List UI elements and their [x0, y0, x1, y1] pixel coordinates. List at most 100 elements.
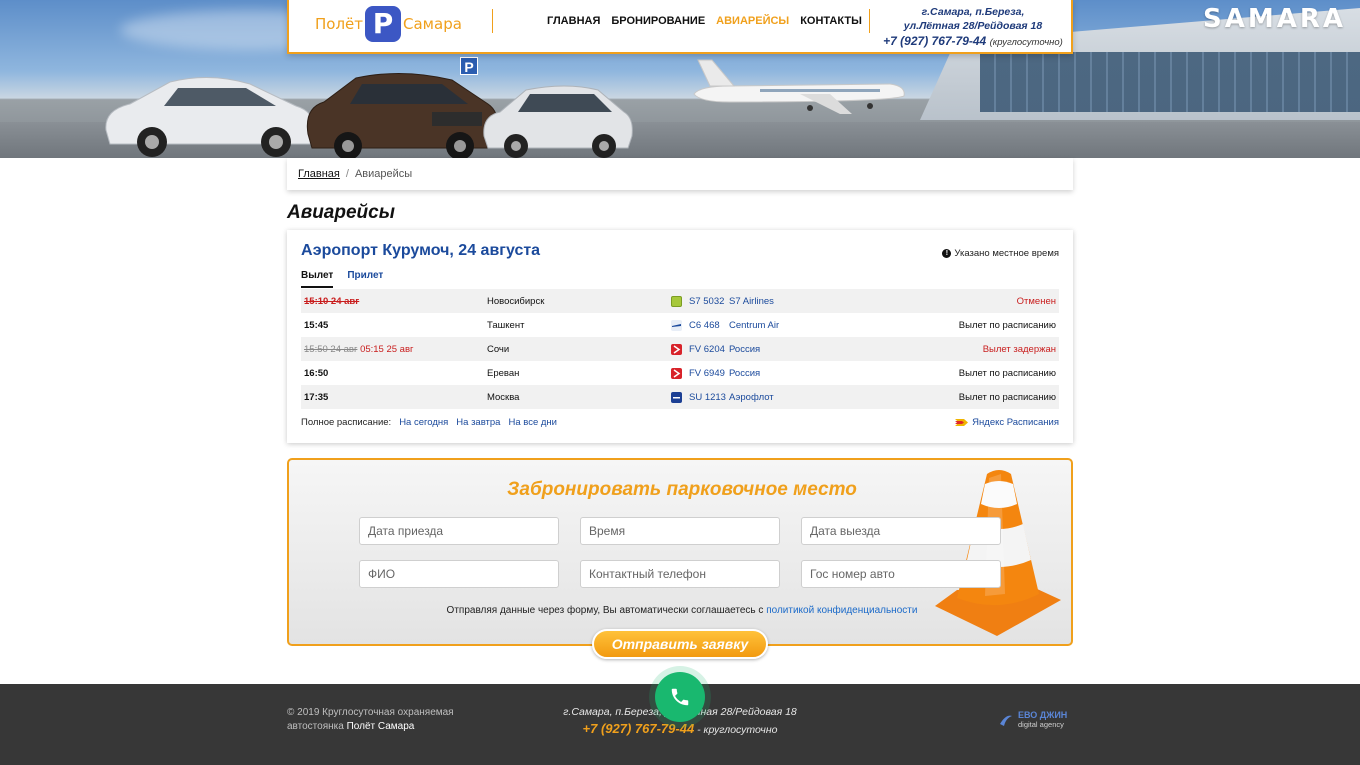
table-row[interactable]: 15:50 24 авг 05:15 25 авг Сочи FV 6204 Р…	[301, 337, 1059, 361]
yandex-schedule-link[interactable]: Яндекс Расписания	[955, 417, 1059, 428]
header-phone-number[interactable]: +7 (927) 767-79-44	[883, 34, 986, 48]
flight-airline[interactable]: Россия	[729, 344, 983, 355]
header-phone-note: (круглосуточно)	[989, 37, 1063, 48]
flight-code[interactable]: C6 468	[689, 320, 729, 331]
flight-time-value: 15:10 24 авг	[304, 295, 360, 307]
nav-booking[interactable]: Бронирование	[611, 15, 705, 27]
full-schedule: Полное расписание: На сегодня На завтра …	[301, 417, 557, 428]
flight-code[interactable]: FV 6204	[689, 344, 729, 355]
header-divider	[869, 9, 870, 33]
yandex-schedule-label[interactable]: Яндекс Расписания	[972, 417, 1059, 428]
plate-number-input[interactable]	[801, 560, 1001, 588]
main-nav: Главная Бронирование Авиарейсы Контакты	[547, 15, 862, 27]
flight-city: Сочи	[487, 343, 510, 355]
flight-city: Ташкент	[487, 319, 525, 331]
centrum-air-logo-icon	[671, 319, 682, 331]
yandex-schedule-icon	[955, 419, 969, 426]
flight-airline[interactable]: S7 Airlines	[729, 296, 1017, 307]
header-phone[interactable]: +7 (927) 767-79-44 (круглосуточно)	[883, 34, 1063, 48]
flight-code[interactable]: S7 5032	[689, 296, 729, 307]
developer-name: ЕВО ДЖИН	[1018, 710, 1068, 720]
flight-airline[interactable]: Аэрофлот	[729, 392, 959, 403]
flight-code[interactable]: FV 6949	[689, 368, 729, 379]
footer-phone[interactable]: +7 (927) 767-79-44 - круглосуточно	[530, 721, 830, 736]
car-brown-suv	[306, 73, 499, 158]
privacy-policy-link[interactable]: политикой конфиденциальности	[766, 605, 917, 616]
developer-logo-icon	[1000, 715, 1012, 726]
flight-city: Ереван	[487, 367, 520, 379]
developer-credit[interactable]: ЕВО ДЖИН digital agency	[998, 710, 1067, 730]
full-name-input[interactable]	[359, 560, 559, 588]
flight-status: Вылет по расписанию	[958, 391, 1056, 403]
developer-subtitle: digital agency	[1018, 720, 1064, 729]
flight-city: Москва	[487, 391, 520, 403]
breadcrumb-separator: /	[345, 168, 349, 180]
page-title: Авиарейсы	[287, 202, 395, 223]
departure-date-input[interactable]	[801, 517, 1001, 545]
info-icon: !	[942, 249, 952, 258]
flight-time: 15:50 24 авг 05:15 25 авг	[304, 344, 487, 355]
submit-request-button[interactable]: Отправить заявку	[592, 629, 768, 659]
schedule-all-days-link[interactable]: На все дни	[508, 417, 557, 428]
table-row[interactable]: 15:10 24 авг Новосибирск S7 5032 S7 Airl…	[301, 289, 1059, 313]
nav-contacts[interactable]: Контакты	[800, 15, 862, 27]
nav-flights[interactable]: Авиарейсы	[716, 15, 789, 27]
flights-table: 15:10 24 авг Новосибирск S7 5032 S7 Airl…	[301, 289, 1059, 409]
car-silver-hatchback	[483, 85, 633, 158]
logo-text-left: Полёт	[315, 15, 364, 33]
consent-message: Отправляя данные через форму, Вы автомат…	[446, 605, 764, 616]
flight-city: Новосибирск	[487, 295, 545, 307]
phone-icon	[671, 688, 689, 706]
logo-parking-mark: P	[365, 6, 402, 42]
table-row[interactable]: 17:35 Москва SU 1213 Аэрофлот Вылет по р…	[301, 385, 1059, 409]
footer-phone-note: - круглосуточно	[694, 724, 778, 736]
flight-time: 17:35	[304, 391, 329, 403]
header-contacts: г.Самара, п.Береза, ул.Лётная 28/Рейдова…	[883, 5, 1063, 48]
footer-copyright: © 2019 Круглосуточная охраняемая автосто…	[287, 706, 477, 734]
header-address-line2: ул.Лётная 28/Рейдовая 18	[903, 20, 1043, 32]
flights-title: Аэропорт Курумоч, 24 августа	[301, 242, 541, 259]
footer-phone-number[interactable]: +7 (927) 767-79-44	[583, 721, 695, 736]
flights-time-note-text: Указано местное время	[954, 248, 1059, 259]
aeroflot-logo-icon	[671, 391, 682, 403]
rossiya-airline-logo-icon	[671, 343, 682, 355]
site-header: Полёт P Самара Главная Бронирование Авиа…	[287, 0, 1073, 54]
s7-airline-logo-icon	[671, 295, 682, 307]
flight-time: 16:50	[304, 367, 329, 379]
schedule-today-link[interactable]: На сегодня	[399, 417, 448, 428]
schedule-tomorrow-link[interactable]: На завтра	[456, 417, 500, 428]
logo-text-right: Самара	[403, 15, 462, 33]
breadcrumb-current: Авиарейсы	[354, 168, 413, 180]
full-schedule-label: Полное расписание:	[301, 417, 392, 428]
flight-code[interactable]: SU 1213	[689, 392, 729, 403]
phone-input[interactable]	[580, 560, 780, 588]
flight-airline[interactable]: Россия	[729, 368, 959, 379]
table-row[interactable]: 16:50 Ереван FV 6949 Россия Вылет по рас…	[301, 361, 1059, 385]
flight-time-old: 15:50 24 авг	[304, 343, 358, 355]
booking-form: Забронировать парковочное место Отправля…	[287, 458, 1073, 646]
flights-widget: Аэропорт Курумоч, 24 августа ! Указано м…	[287, 230, 1073, 443]
header-divider	[492, 9, 493, 33]
call-button[interactable]	[655, 672, 705, 722]
flight-airline[interactable]: Centrum Air	[729, 320, 959, 331]
site-logo[interactable]: Полёт P Самара	[315, 4, 462, 44]
arrival-date-input[interactable]	[359, 517, 559, 545]
footer-brand: Полёт Самара	[346, 721, 415, 732]
flight-status: Вылет по расписанию	[958, 367, 1056, 379]
flight-time-new: 05:15 25 авг	[360, 343, 414, 355]
tab-arrival[interactable]: Прилет	[347, 270, 383, 288]
flight-time: 15:45	[304, 319, 329, 331]
flight-status: Вылет по расписанию	[958, 319, 1056, 331]
nav-home[interactable]: Главная	[547, 15, 600, 27]
samara-sign: SAMARA	[1203, 4, 1346, 34]
flights-time-note: ! Указано местное время	[942, 248, 1059, 259]
consent-text: Отправляя данные через форму, Вы автомат…	[289, 605, 1075, 616]
flight-status: Вылет задержан	[982, 343, 1056, 355]
airplane-image	[693, 59, 905, 114]
table-row[interactable]: 15:45 Ташкент C6 468 Centrum Air Вылет п…	[301, 313, 1059, 337]
rossiya-airline-logo-icon	[671, 367, 682, 379]
breadcrumb-home[interactable]: Главная	[298, 168, 340, 180]
time-input[interactable]	[580, 517, 780, 545]
car-white-sedan	[105, 77, 315, 157]
tab-departure[interactable]: Вылет	[301, 270, 334, 288]
